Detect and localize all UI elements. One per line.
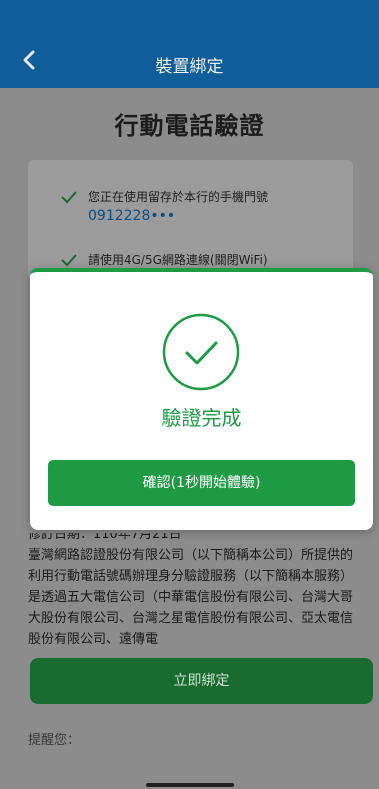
top-app-bar: 裝置綁定: [0, 0, 379, 88]
check-icon: [61, 191, 77, 204]
verification-success-dialog: 驗證完成 確認(1秒開始體驗): [30, 268, 373, 530]
reminder-label: 提醒您：: [28, 733, 81, 748]
info-line-1: 您正在使用留存於本行的手機門號: [88, 190, 269, 204]
confirm-button[interactable]: 確認(1秒開始體驗): [48, 460, 355, 506]
check-circle-icon: [162, 313, 240, 391]
terms-body: 臺灣網路認證股份有限公司（以下簡稱本公司）所提供的利用行動電話號碼辦理身分驗證服…: [28, 548, 354, 645]
check-icon: [61, 254, 77, 267]
phone-number: 0912228•••: [88, 208, 176, 224]
home-indicator: [146, 783, 234, 787]
header-title: 裝置綁定: [155, 57, 224, 77]
terms-text[interactable]: 修訂日期：110年7月21日 臺灣網路認證股份有限公司（以下簡稱本公司）所提供的…: [28, 533, 364, 645]
info-line-2: 請使用4G/5G網路連線(關閉WiFi): [88, 253, 268, 267]
page-title: 行動電話驗證: [114, 112, 265, 140]
terms-revision-date: 修訂日期：110年7月21日: [28, 533, 182, 542]
success-message: 驗證完成: [161, 406, 242, 430]
bind-now-button[interactable]: 立即綁定: [30, 658, 373, 704]
